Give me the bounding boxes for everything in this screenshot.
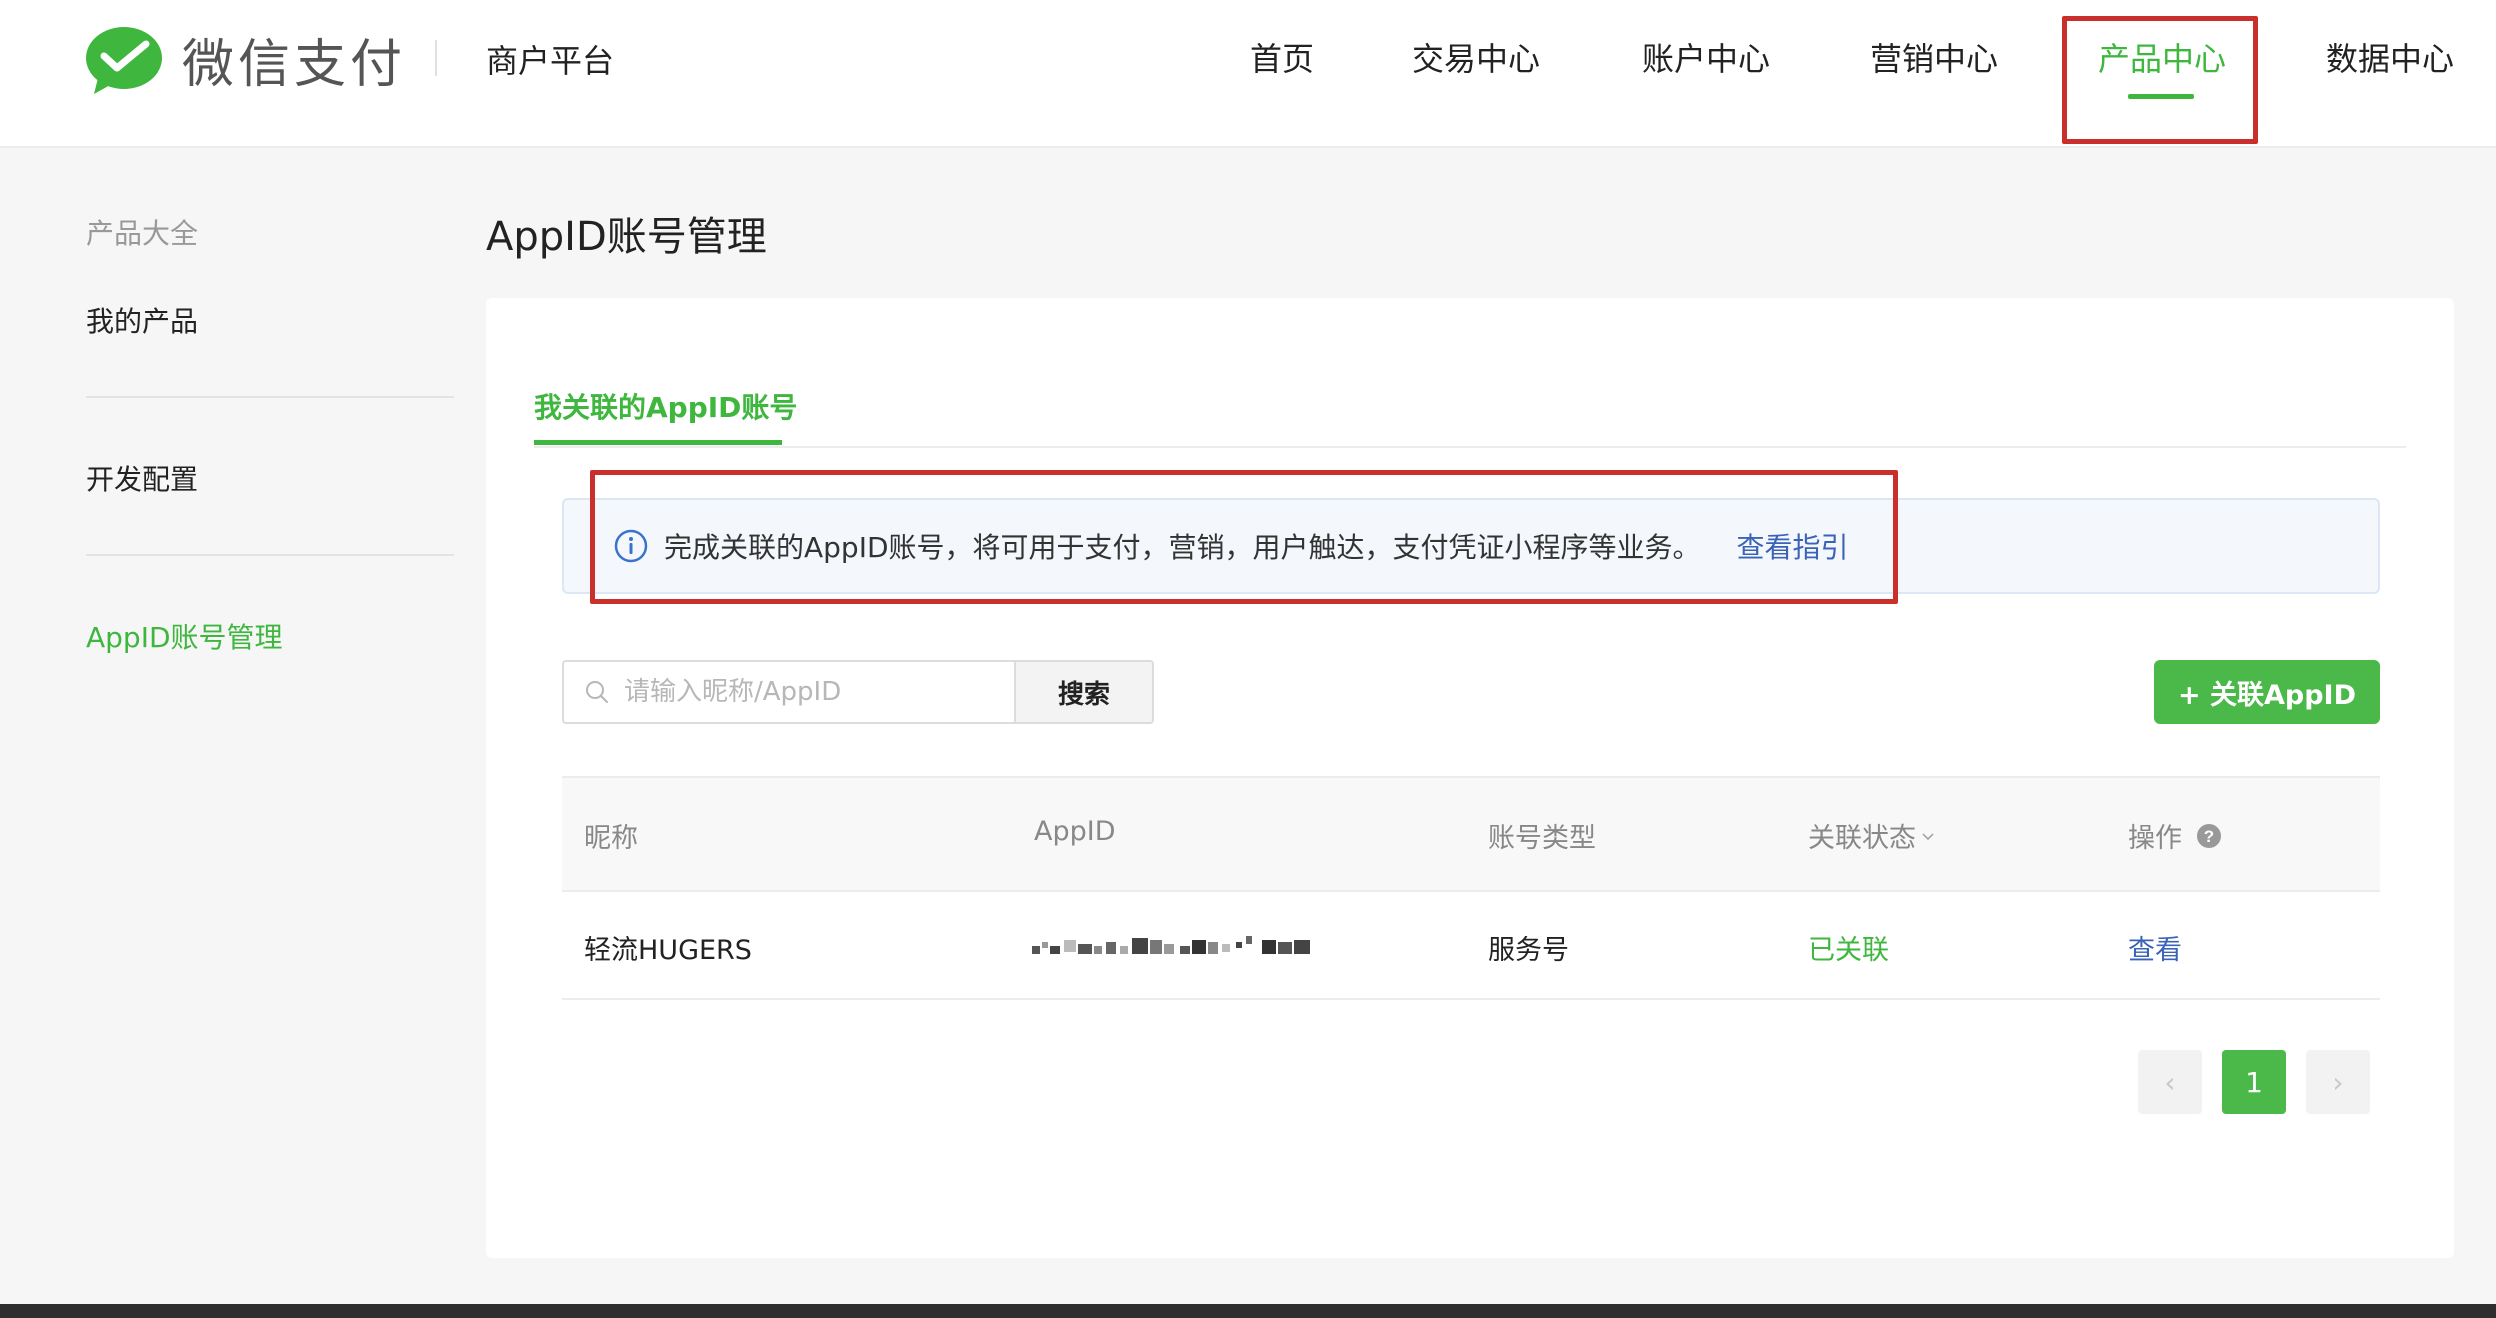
column-header-status-group[interactable]: 关联状态 [1808, 816, 1936, 855]
cell-account-type: 服务号 [1488, 935, 1569, 966]
sidebar-heading[interactable]: 产品大全 [86, 212, 198, 252]
help-icon[interactable]: ? [2196, 823, 2222, 849]
page-title: AppID账号管理 [486, 214, 767, 260]
table-row: 轻流HUGERS 服务号 已关联 查看 [562, 890, 2380, 1000]
tab-linked-appids[interactable]: 我关联的AppID账号 [534, 386, 797, 426]
view-button[interactable]: 查看 [2128, 928, 2182, 967]
cell-nickname: 轻流HUGERS [584, 935, 752, 966]
header-divider [435, 40, 437, 76]
platform-name: 商户平台 [486, 42, 615, 80]
search-icon [586, 681, 608, 703]
redacted-appid [1032, 936, 1310, 954]
nav-home[interactable]: 首页 [1250, 34, 1314, 80]
column-header-actions: 操作 [2128, 823, 2182, 854]
column-header-nickname: 昵称 [584, 823, 638, 854]
brand-name: 微信支付 [182, 35, 407, 95]
pagination-prev-button[interactable]: ‹ [2138, 1050, 2202, 1114]
content-panel: 我关联的AppID账号 完成关联的AppID账号，将可用于支付，营销，用户触达，… [486, 298, 2454, 1258]
sidebar-divider [86, 396, 454, 398]
link-appid-button[interactable]: + 关联AppID [2154, 660, 2380, 724]
column-header-status: 关联状态 [1808, 823, 1916, 854]
sidebar-item-dev-config[interactable]: 开发配置 [86, 458, 198, 498]
search-field[interactable] [562, 660, 1016, 724]
nav-active-indicator [2128, 94, 2194, 99]
nav-account[interactable]: 账户中心 [1642, 34, 1770, 80]
wechat-pay-logo-icon [86, 26, 162, 94]
pagination-next-button[interactable]: › [2306, 1050, 2370, 1114]
search-input[interactable] [622, 676, 1002, 708]
sidebar-item-my-products[interactable]: 我的产品 [86, 300, 198, 340]
nav-marketing[interactable]: 营销中心 [1870, 34, 1998, 80]
nav-data[interactable]: 数据中心 [2326, 34, 2454, 80]
pagination-page-1[interactable]: 1 [2222, 1050, 2286, 1114]
table-header: 昵称 AppID 账号类型 关联状态 操作 ? [562, 776, 2380, 890]
tab-active-indicator [534, 440, 782, 445]
chevron-down-icon [1922, 832, 1934, 840]
column-header-account-type: 账号类型 [1488, 823, 1596, 854]
column-header-appid: AppID [1034, 816, 1116, 847]
notice-text: 完成关联的AppID账号，将可用于支付，营销，用户触达，支付凭证小程序等业务。 [664, 531, 1701, 564]
info-icon [614, 529, 648, 563]
info-notice: 完成关联的AppID账号，将可用于支付，营销，用户触达，支付凭证小程序等业务。 … [562, 498, 2380, 594]
svg-text:?: ? [2204, 827, 2214, 846]
footer-bar [0, 1304, 2496, 1318]
search-button[interactable]: 搜索 [1014, 660, 1154, 724]
column-header-actions-group: 操作 ? [2128, 816, 2222, 855]
nav-transactions[interactable]: 交易中心 [1412, 34, 1540, 80]
view-guide-link[interactable]: 查看指引 [1737, 526, 1849, 566]
sidebar-divider [86, 554, 454, 556]
tab-divider [534, 446, 2406, 448]
sidebar-item-appid-management[interactable]: AppID账号管理 [86, 616, 283, 656]
wechat-pay-logo[interactable]: 微信支付 [84, 22, 406, 97]
status-badge: 已关联 [1808, 935, 1889, 966]
top-header: 微信支付 商户平台 首页 交易中心 账户中心 营销中心 产品中心 数据中心 [0, 0, 2496, 148]
nav-products[interactable]: 产品中心 [2098, 34, 2226, 80]
